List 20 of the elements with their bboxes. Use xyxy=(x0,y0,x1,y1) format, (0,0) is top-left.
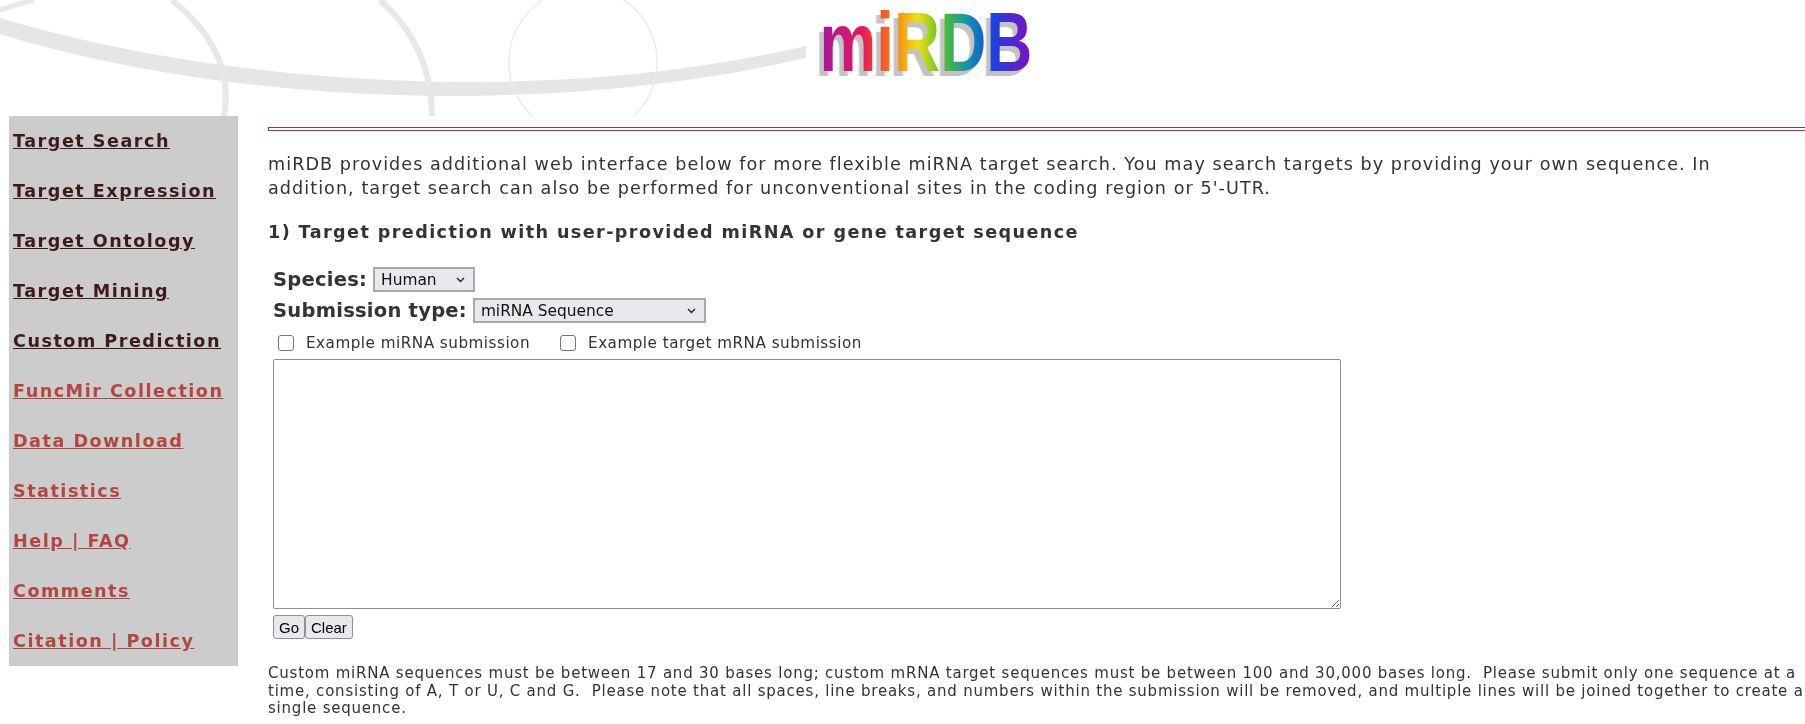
field-label: Submission type: xyxy=(273,298,467,323)
checkbox[interactable] xyxy=(278,335,294,351)
intro-text: miRDB provides additional web interface below for more flexible miRNA target search. You may search targets by providing your own sequence. In addition, target search can also be performed for unconventional sites in the coding region or 5'-UTR. xyxy=(268,153,1712,200)
checkbox-label[interactable]: Example target mRNA submission xyxy=(588,333,862,353)
dropdown[interactable]: Human xyxy=(373,267,476,292)
section-heading: 1) Target prediction with user-provided miRNA or gene target sequence xyxy=(268,221,1080,244)
nav-link[interactable]: Target Search xyxy=(13,130,170,152)
nav-link[interactable]: Target Ontology xyxy=(13,230,195,252)
caret-icon xyxy=(686,307,696,314)
checkbox-label[interactable]: Example miRNA submission xyxy=(306,333,531,353)
field-label: Species: xyxy=(273,267,368,292)
nav-link[interactable]: Custom Prediction xyxy=(13,330,221,352)
caret-icon xyxy=(456,276,466,283)
checkbox[interactable] xyxy=(560,335,577,351)
note-text: Custom miRNA sequences must be between 17 and 30 bases long; custom mRNA target sequences must be between 100 and 30,000 bases long. Please submit only one sequence at a time, consisting of A, T or U, C and G. Please note that all spaces, line breaks, and numbers within the submission will be removed, and multiple lines will be joined together to create a single sequence. xyxy=(268,665,1805,718)
dropdown[interactable]: miRNA Sequence xyxy=(472,298,706,323)
nav-link[interactable]: Target Mining xyxy=(13,280,170,302)
nav-link[interactable]: Target Expression xyxy=(13,180,216,202)
clear-button[interactable]: Clear xyxy=(305,615,353,639)
go-button[interactable]: Go xyxy=(273,615,305,639)
